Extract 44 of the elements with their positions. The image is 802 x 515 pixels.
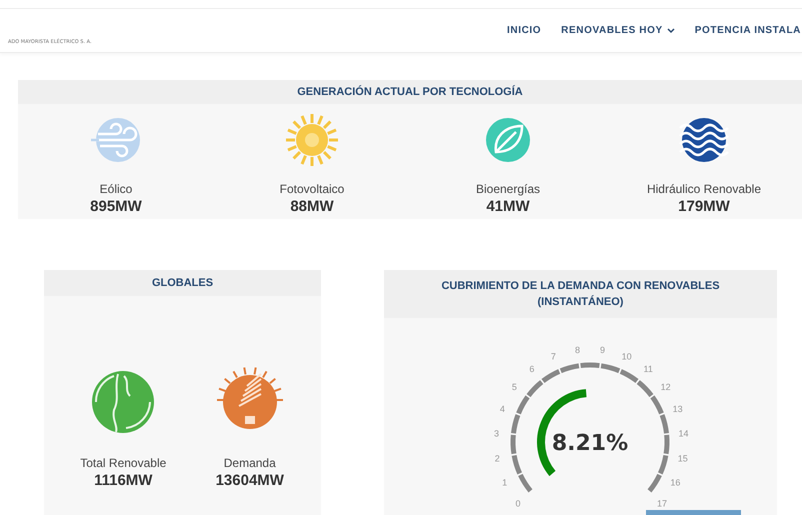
- gauge-tick-label: 15: [678, 453, 688, 464]
- gauge-tick-label: 14: [678, 428, 689, 438]
- gauge-tick-label: 5: [512, 382, 517, 392]
- gauge-tick-label: 9: [600, 344, 606, 355]
- gauge-tick-label: 7: [550, 351, 556, 362]
- gauge-tick-label: 2: [494, 453, 500, 464]
- gauge-tick-label: 10: [622, 351, 632, 362]
- gauge-scale-segment: [648, 474, 662, 492]
- nav-link[interactable]: POTENCIA INSTALA: [694, 25, 801, 36]
- global-value: 13604MW: [216, 472, 284, 489]
- global-label: Demanda: [224, 456, 276, 470]
- gauge-scale-segment: [636, 380, 654, 398]
- gauge-tick-label: 8: [574, 344, 580, 355]
- technology-label: Hidráulico Renovable: [646, 182, 762, 196]
- panel-title: GENERACIÓN ACTUAL POR TECNOLOGÍA: [18, 80, 802, 104]
- sun-icon: [284, 112, 340, 168]
- gauge-tick-label: 0: [515, 498, 520, 508]
- gauge-scale-segment: [620, 369, 638, 384]
- technology-label: Bioenergías: [476, 182, 540, 196]
- gauge-scale-segment: [518, 474, 532, 492]
- technology-value: 88MW: [290, 198, 334, 215]
- gauge-tick-label: 6: [529, 364, 534, 374]
- gauge-reading: 8.21%: [552, 431, 628, 456]
- nav-link[interactable]: INICIO: [507, 25, 542, 36]
- technology-label: Eólico: [100, 182, 132, 196]
- gauge-tick-label: 11: [644, 364, 653, 374]
- gauge-tick-label: 12: [660, 382, 671, 392]
- gauge-tick-label: 16: [670, 477, 680, 488]
- technology-value: 895MW: [90, 198, 142, 215]
- gauge-scale-segment: [542, 369, 560, 384]
- panel-title: CUBRIMIENTO DE LA DEMANDA CON RENOVABLES (INSTANTÁNEO): [384, 270, 777, 318]
- global-value: 1116MW: [94, 472, 152, 489]
- gauge-scale-segment: [526, 380, 544, 398]
- nav-link[interactable]: RENOVABLES HOY: [561, 25, 675, 36]
- panel-title: GLOBALES: [44, 270, 321, 296]
- technology-value: 41MW: [486, 198, 530, 215]
- gauge-tick-label: 13: [672, 404, 683, 414]
- gauge-tick-label: 1: [502, 477, 508, 488]
- technology-value: 179MW: [678, 198, 730, 215]
- global-label: Total Renovable: [80, 456, 166, 470]
- technology-label: Fotovoltaico: [280, 182, 344, 196]
- gauge-tick-label: 17: [657, 498, 668, 508]
- gauge-tick-label: 3: [494, 428, 499, 438]
- gauge-tick-label: 4: [500, 404, 505, 414]
